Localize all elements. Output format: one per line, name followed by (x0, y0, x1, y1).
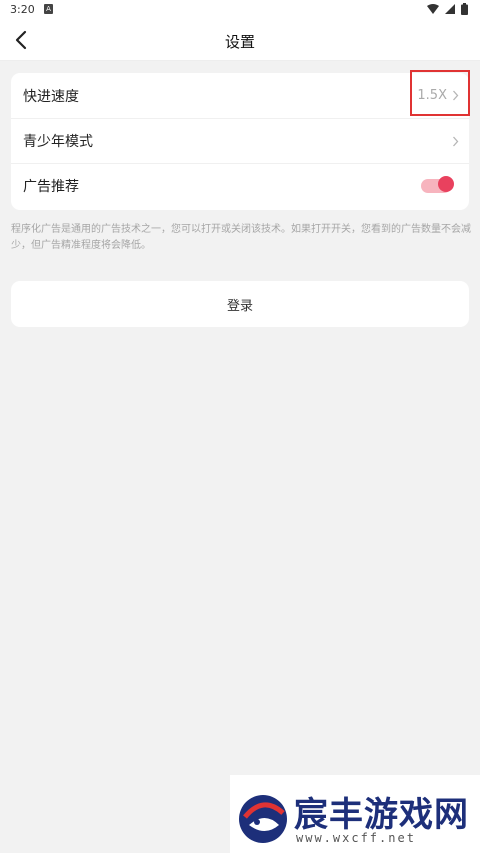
page-title: 设置 (224, 33, 255, 51)
setting-label: 青少年模式 (23, 134, 93, 150)
toggle-knob (438, 176, 454, 192)
nav-bar: 设置 (0, 20, 480, 61)
watermark-title: 宸丰游戏网 (294, 795, 469, 835)
status-icons (427, 3, 468, 15)
setting-label: 广告推荐 (23, 179, 79, 195)
signal-icon (445, 4, 455, 14)
setting-label: 快进速度 (23, 88, 79, 105)
login-label: 登录 (226, 298, 253, 314)
login-button[interactable]: 登录 (11, 281, 469, 327)
notification-icon: A (44, 4, 53, 14)
battery-icon (461, 3, 468, 15)
watermark-url: www.wxcff.net (296, 831, 416, 845)
setting-row-playback-speed[interactable]: 快进速度 1.5X (11, 70, 470, 118)
status-time: 3:20 (10, 3, 35, 16)
highlight-box (410, 70, 470, 116)
wifi-icon (427, 4, 439, 14)
status-bar: 3:20 A (0, 0, 480, 20)
setting-row-ad-recommendation: 广告推荐 (11, 163, 469, 208)
ad-recommendation-toggle[interactable] (421, 176, 454, 193)
watermark: 宸丰游戏网 www.wxcff.net (230, 775, 480, 853)
watermark-logo-icon (239, 795, 287, 843)
ad-hint-text: 程序化广告是通用的广告技术之一，您可以打开或关闭该技术。如果打开开关，您看到的广… (11, 224, 471, 251)
chevron-right-icon (453, 136, 459, 146)
setting-row-teen-mode[interactable]: 青少年模式 (11, 118, 469, 163)
settings-card: 快进速度 1.5X 青少年模式 广告推荐 (11, 70, 470, 210)
